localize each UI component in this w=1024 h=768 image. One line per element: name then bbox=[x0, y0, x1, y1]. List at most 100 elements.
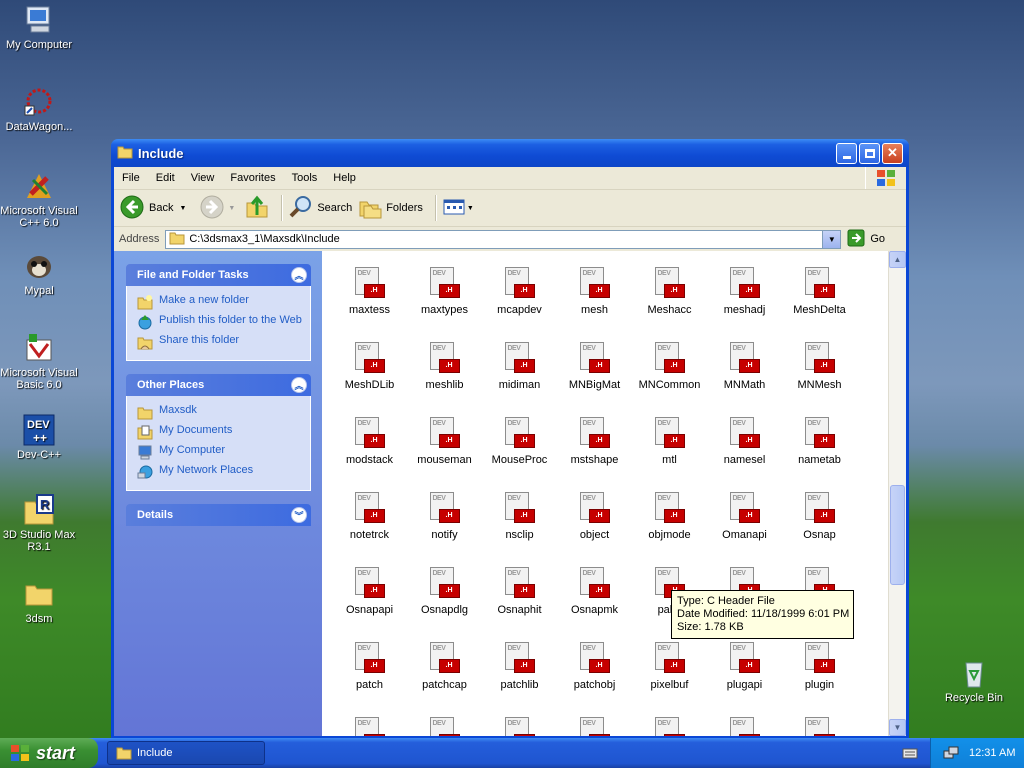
file-item[interactable]: DEV .H plugapi bbox=[707, 642, 782, 691]
file-item[interactable]: DEV .H Osnap bbox=[782, 492, 857, 541]
place-my-documents[interactable]: My Documents bbox=[137, 424, 310, 440]
close-button[interactable]: ✕ bbox=[882, 142, 903, 164]
menu-tools[interactable]: Tools bbox=[284, 172, 326, 184]
file-item[interactable]: DEV .H MNMath bbox=[707, 342, 782, 391]
file-item[interactable]: DEV .H Osnapdlg bbox=[407, 567, 482, 616]
file-item[interactable]: DEV .H MeshDLib bbox=[332, 342, 407, 391]
file-item[interactable]: DEV .H nametab bbox=[782, 417, 857, 466]
scroll-thumb[interactable] bbox=[890, 485, 905, 585]
desktop-icon-visual-basic[interactable]: Microsoft Visual Basic 6.0 bbox=[0, 332, 79, 391]
place-maxsdk[interactable]: Maxsdk bbox=[137, 404, 310, 420]
folders-button[interactable]: Folders bbox=[358, 195, 423, 222]
file-item[interactable]: DEV .H Meshacc bbox=[632, 267, 707, 316]
address-dropdown-button[interactable]: ▼ bbox=[822, 230, 841, 248]
task-pane: File and Folder Tasks ︽ Make a new folde… bbox=[114, 251, 322, 736]
start-button[interactable]: start bbox=[0, 738, 98, 768]
file-item[interactable]: DEV .H mesh bbox=[557, 267, 632, 316]
file-item[interactable]: DEV .H mtl bbox=[632, 417, 707, 466]
desktop-icon-3dsmax[interactable]: R 3D Studio Max R3.1 bbox=[0, 494, 79, 553]
file-item[interactable]: DEV .H meshlib bbox=[407, 342, 482, 391]
computer-icon bbox=[137, 444, 153, 460]
file-item[interactable]: DEV .H plugin bbox=[782, 642, 857, 691]
minimize-button[interactable] bbox=[836, 142, 857, 164]
menu-view[interactable]: View bbox=[183, 172, 223, 184]
desktop-icon-mypal[interactable]: Mypal bbox=[0, 250, 79, 297]
place-my-network-places[interactable]: My Network Places bbox=[137, 464, 310, 480]
menu-help[interactable]: Help bbox=[325, 172, 364, 184]
details-header[interactable]: Details ︾ bbox=[126, 504, 311, 526]
desktop-icon-my-computer[interactable]: My Computer bbox=[0, 4, 79, 51]
file-item[interactable]: DEV .H nsclip bbox=[482, 492, 557, 541]
maximize-button[interactable] bbox=[859, 142, 880, 164]
title-bar[interactable]: Include ✕ bbox=[111, 139, 909, 167]
file-item[interactable]: DEV .H mcapdev bbox=[482, 267, 557, 316]
file-item[interactable]: DEV .H mstshape bbox=[557, 417, 632, 466]
file-item[interactable]: DEV.H bbox=[407, 717, 482, 736]
file-item[interactable]: DEV .H MNMesh bbox=[782, 342, 857, 391]
file-item[interactable]: DEV .H patchcap bbox=[407, 642, 482, 691]
task-share-folder[interactable]: Share this folder bbox=[137, 334, 310, 350]
file-item[interactable]: DEV .H patchobj bbox=[557, 642, 632, 691]
desktop-icon-devcpp[interactable]: DEV ++ Dev-C++ bbox=[0, 414, 79, 461]
vertical-scrollbar[interactable]: ▲ ▼ bbox=[888, 251, 906, 736]
file-item[interactable]: DEV .H MeshDelta bbox=[782, 267, 857, 316]
task-publish-web[interactable]: Publish this folder to the Web bbox=[137, 314, 310, 330]
file-item[interactable]: DEV .H MNCommon bbox=[632, 342, 707, 391]
menu-edit[interactable]: Edit bbox=[148, 172, 183, 184]
file-item[interactable]: DEV .H object bbox=[557, 492, 632, 541]
go-button[interactable]: Go bbox=[847, 229, 885, 250]
file-item[interactable]: DEV .H mouseman bbox=[407, 417, 482, 466]
address-input[interactable]: C:\3dsmax3_1\Maxsdk\Include ▼ bbox=[165, 229, 842, 249]
clock[interactable]: 12:31 AM bbox=[969, 747, 1015, 759]
file-item[interactable]: DEV .H Osnapapi bbox=[332, 567, 407, 616]
file-item[interactable]: DEV .H MouseProc bbox=[482, 417, 557, 466]
taskbar-window-button[interactable]: Include bbox=[107, 741, 265, 765]
file-item[interactable]: DEV .H Osnapmk bbox=[557, 567, 632, 616]
file-item[interactable]: DEV .H modstack bbox=[332, 417, 407, 466]
desktop-icon-recycle-bin[interactable]: Recycle Bin bbox=[934, 657, 1014, 704]
task-make-new-folder[interactable]: Make a new folder bbox=[137, 294, 310, 310]
scroll-up-button[interactable]: ▲ bbox=[889, 251, 906, 268]
file-item[interactable]: DEV .H meshadj bbox=[707, 267, 782, 316]
file-item[interactable]: DEV .H namesel bbox=[707, 417, 782, 466]
file-label: patchcap bbox=[422, 679, 467, 691]
file-item[interactable]: DEV .H maxtess bbox=[332, 267, 407, 316]
scroll-down-button[interactable]: ▼ bbox=[889, 719, 906, 736]
collapse-chevron-icon[interactable]: ︽ bbox=[291, 267, 307, 283]
file-item[interactable]: DEV.H bbox=[782, 717, 857, 736]
collapse-chevron-icon[interactable]: ︽ bbox=[291, 377, 307, 393]
file-folder-tasks-header[interactable]: File and Folder Tasks ︽ bbox=[126, 264, 311, 286]
place-my-computer[interactable]: My Computer bbox=[137, 444, 310, 460]
back-button[interactable]: Back ▼ bbox=[120, 195, 186, 222]
file-item[interactable]: DEV .H Osnaphit bbox=[482, 567, 557, 616]
file-item[interactable]: DEV.H bbox=[632, 717, 707, 736]
file-item[interactable]: DEV .H notify bbox=[407, 492, 482, 541]
file-item[interactable]: DEV .H patchlib bbox=[482, 642, 557, 691]
file-item[interactable]: DEV.H bbox=[332, 717, 407, 736]
desktop-icon-3dsm[interactable]: 3dsm bbox=[0, 578, 79, 625]
file-item[interactable]: DEV .H objmode bbox=[632, 492, 707, 541]
desktop-icon-visual-cpp[interactable]: Microsoft Visual C++ 6.0 bbox=[0, 170, 79, 229]
file-item[interactable]: DEV .H Omanapi bbox=[707, 492, 782, 541]
file-item[interactable]: DEV .H midiman bbox=[482, 342, 557, 391]
file-item[interactable]: DEV .H notetrck bbox=[332, 492, 407, 541]
network-tray-icon[interactable] bbox=[943, 745, 959, 761]
expand-chevron-icon[interactable]: ︾ bbox=[291, 507, 307, 523]
up-folder-button[interactable] bbox=[245, 195, 269, 222]
file-item[interactable]: DEV .H MNBigMat bbox=[557, 342, 632, 391]
views-button[interactable]: ▼ bbox=[443, 198, 474, 219]
file-item[interactable]: DEV .H patch bbox=[332, 642, 407, 691]
menu-file[interactable]: File bbox=[114, 172, 148, 184]
file-item[interactable]: DEV.H bbox=[707, 717, 782, 736]
other-places-header[interactable]: Other Places ︽ bbox=[126, 374, 311, 396]
search-button[interactable]: Search bbox=[289, 195, 352, 222]
file-item[interactable]: DEV.H bbox=[482, 717, 557, 736]
forward-button[interactable]: ▼ bbox=[200, 195, 235, 222]
file-item[interactable]: DEV .H pixelbuf bbox=[632, 642, 707, 691]
desktop-icon-datawagon[interactable]: DataWagon... bbox=[0, 86, 79, 133]
menu-favorites[interactable]: Favorites bbox=[222, 172, 283, 184]
file-item[interactable]: DEV.H bbox=[557, 717, 632, 736]
keyboard-tray-icon[interactable] bbox=[902, 746, 918, 763]
header-file-icon: DEV.H bbox=[579, 492, 610, 524]
file-item[interactable]: DEV .H maxtypes bbox=[407, 267, 482, 316]
